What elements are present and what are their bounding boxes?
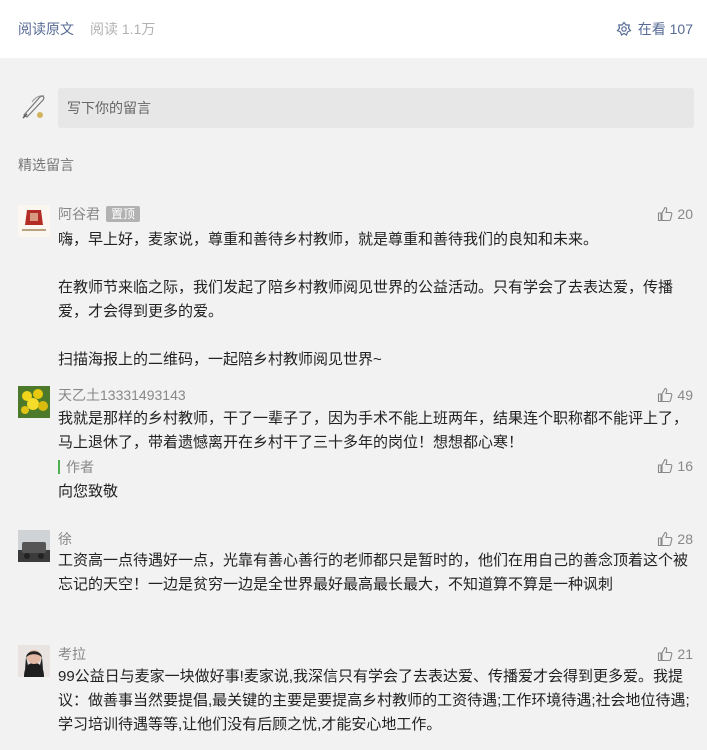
comment-input[interactable]: 写下你的留言: [58, 88, 694, 128]
comment-item: 天乙土13331493143 49 我就是那样的乡村教师，干了一辈子了，因为手术…: [18, 386, 698, 516]
like-button[interactable]: 49: [657, 386, 693, 404]
reply-text: 向您致敬: [58, 483, 119, 500]
quill-avatar-icon: [22, 95, 45, 119]
in-view-button[interactable]: 在看 107: [616, 19, 693, 39]
reply-like-button[interactable]: 16: [657, 458, 693, 474]
comment-item: 考拉 21 99公益日与麦家一块做好事!麦家说,我深信只有学会了去表达爱、传播爱…: [18, 645, 698, 745]
thumbs-up-icon: [658, 206, 673, 222]
comment-text: 工资高一点待遇好一点，光靠有善心善行的老师都只是暂时的，他们在用自己的善念顶着这…: [58, 552, 689, 593]
comment-nickname: 天乙土13331493143: [58, 387, 186, 403]
comment-nickname: 徐: [58, 531, 72, 547]
like-count: 49: [677, 387, 693, 403]
like-count: 21: [677, 646, 693, 662]
comment-compose[interactable]: 写下你的留言: [18, 88, 694, 128]
in-view-flower-icon: [616, 21, 632, 36]
comment-text: 嗨，早上好，麦家说，尊重和善待乡村教师，就是尊重和善待我们的良知和未来。 在教师…: [58, 231, 674, 368]
avatar: [18, 530, 50, 562]
pinned-badge: 置顶: [106, 206, 141, 222]
article-footer-bar: 阅读原文 阅读 1.1万 在看 107: [0, 0, 707, 58]
comment-item: 阿谷君 置顶 20 嗨，早上好，麦家说，尊重和善待乡村教师，就是尊重和善待我们的…: [18, 205, 698, 370]
comment-nickname: 阿谷君: [58, 206, 100, 222]
read-count: 阅读 1.1万: [90, 21, 156, 37]
thumbs-up-icon: [658, 646, 673, 662]
reply-author-label: 作者: [66, 459, 94, 475]
reply-bar: [58, 460, 60, 474]
thumbs-up-icon: [658, 387, 673, 403]
comment-item: 徐 28 工资高一点待遇好一点，光靠有善心善行的老师都只是暂时的，他们在用自己的…: [18, 530, 698, 620]
like-count: 20: [677, 206, 693, 222]
thumbs-up-icon: [658, 458, 673, 474]
comment-nickname: 考拉: [58, 646, 86, 662]
like-button[interactable]: 20: [657, 205, 693, 223]
like-button[interactable]: 28: [657, 530, 693, 548]
avatar: [18, 645, 50, 677]
comment-text: 99公益日与麦家一块做好事!麦家说,我深信只有学会了去表达爱、传播爱才会得到更多…: [58, 668, 690, 733]
comment-text: 我就是那样的乡村教师，干了一辈子了，因为手术不能上班两年，结果连个职称都不能评上…: [58, 410, 689, 451]
like-button[interactable]: 21: [657, 645, 693, 663]
featured-comments-title: 精选留言: [18, 157, 74, 173]
read-original-link[interactable]: 阅读原文: [18, 19, 74, 39]
reply-like-count: 16: [677, 458, 693, 474]
author-reply: 作者 16 向您致敬: [58, 458, 698, 504]
like-count: 28: [677, 531, 693, 547]
thumbs-up-icon: [658, 531, 673, 547]
in-view-count: 在看 107: [637, 21, 693, 37]
avatar: [18, 205, 50, 237]
avatar: [18, 386, 50, 418]
